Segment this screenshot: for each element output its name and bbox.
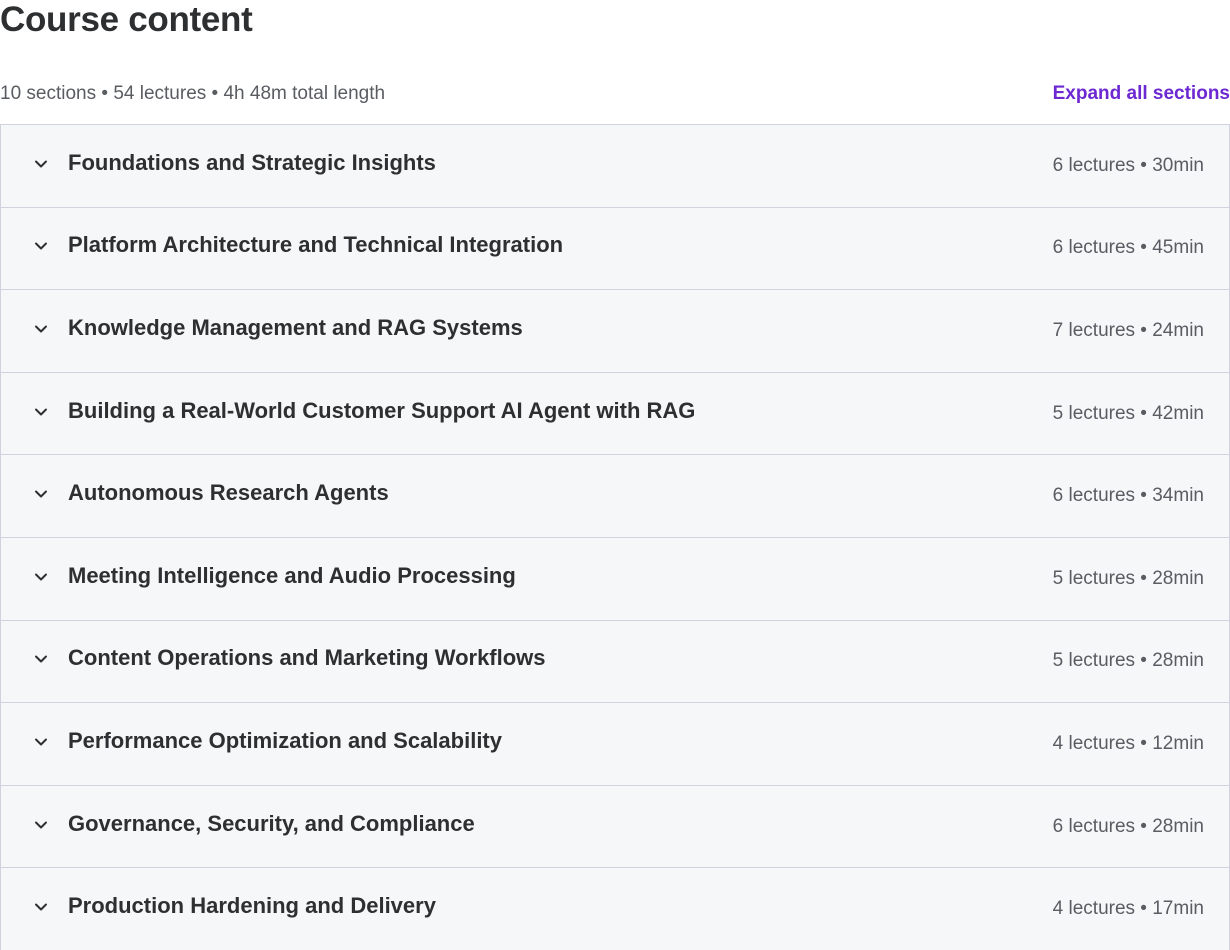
section-header-6[interactable]: Meeting Intelligence and Audio Processin… <box>1 537 1229 621</box>
section-title: Meeting Intelligence and Audio Processin… <box>68 562 516 588</box>
section-title: Platform Architecture and Technical Inte… <box>68 232 564 258</box>
chevron-down-icon <box>32 898 50 916</box>
section-header-10[interactable]: Production Hardening and Delivery 4 lect… <box>1 868 1229 950</box>
section-meta: 7 lectures • 24min <box>1052 319 1204 341</box>
chevron-down-icon <box>32 403 50 421</box>
chevron-down-icon <box>32 733 50 751</box>
chevron-down-icon <box>32 155 50 173</box>
section-meta: 4 lectures • 17min <box>1052 898 1204 920</box>
section-meta: 5 lectures • 28min <box>1052 650 1204 672</box>
chevron-down-icon <box>32 650 50 668</box>
chevron-down-icon <box>32 816 50 834</box>
section-header-8[interactable]: Performance Optimization and Scalability… <box>1 703 1229 786</box>
section-title: Autonomous Research Agents <box>68 480 389 506</box>
section-title: Foundations and Strategic Insights <box>68 149 436 175</box>
page-title: Course content <box>0 0 253 39</box>
expand-all-sections-button[interactable]: Expand all sections <box>1053 80 1230 108</box>
section-meta: 5 lectures • 42min <box>1052 402 1204 424</box>
section-header-5[interactable]: Autonomous Research Agents 6 lectures • … <box>1 455 1229 538</box>
section-meta: 5 lectures • 28min <box>1052 567 1204 589</box>
section-header-2[interactable]: Platform Architecture and Technical Inte… <box>1 207 1229 291</box>
section-header-3[interactable]: Knowledge Management and RAG Systems 7 l… <box>1 290 1229 373</box>
course-summary-row: 10 sections • 54 lectures • 4h 48m total… <box>0 80 1230 108</box>
chevron-down-icon <box>32 485 50 503</box>
section-header-1[interactable]: Foundations and Strategic Insights 6 lec… <box>1 125 1229 208</box>
chevron-down-icon <box>32 237 50 255</box>
section-title: Knowledge Management and RAG Systems <box>68 314 523 340</box>
section-title: Governance, Security, and Compliance <box>68 810 475 836</box>
section-title: Content Operations and Marketing Workflo… <box>68 645 546 671</box>
section-header-4[interactable]: Building a Real-World Customer Support A… <box>1 372 1229 456</box>
chevron-down-icon <box>32 568 50 586</box>
section-meta: 6 lectures • 28min <box>1052 815 1204 837</box>
section-title: Building a Real-World Customer Support A… <box>68 397 696 423</box>
section-title: Performance Optimization and Scalability <box>68 727 502 753</box>
section-header-9[interactable]: Governance, Security, and Compliance 6 l… <box>1 785 1229 869</box>
section-meta: 6 lectures • 34min <box>1052 485 1204 507</box>
section-meta: 6 lectures • 30min <box>1052 154 1204 176</box>
section-meta: 4 lectures • 12min <box>1052 732 1204 754</box>
section-header-7[interactable]: Content Operations and Marketing Workflo… <box>1 620 1229 704</box>
sections-accordion: Foundations and Strategic Insights 6 lec… <box>0 124 1230 950</box>
chevron-down-icon <box>32 320 50 338</box>
section-meta: 6 lectures • 45min <box>1052 237 1204 259</box>
course-summary: 10 sections • 54 lectures • 4h 48m total… <box>0 83 386 104</box>
section-title: Production Hardening and Delivery <box>68 893 436 919</box>
